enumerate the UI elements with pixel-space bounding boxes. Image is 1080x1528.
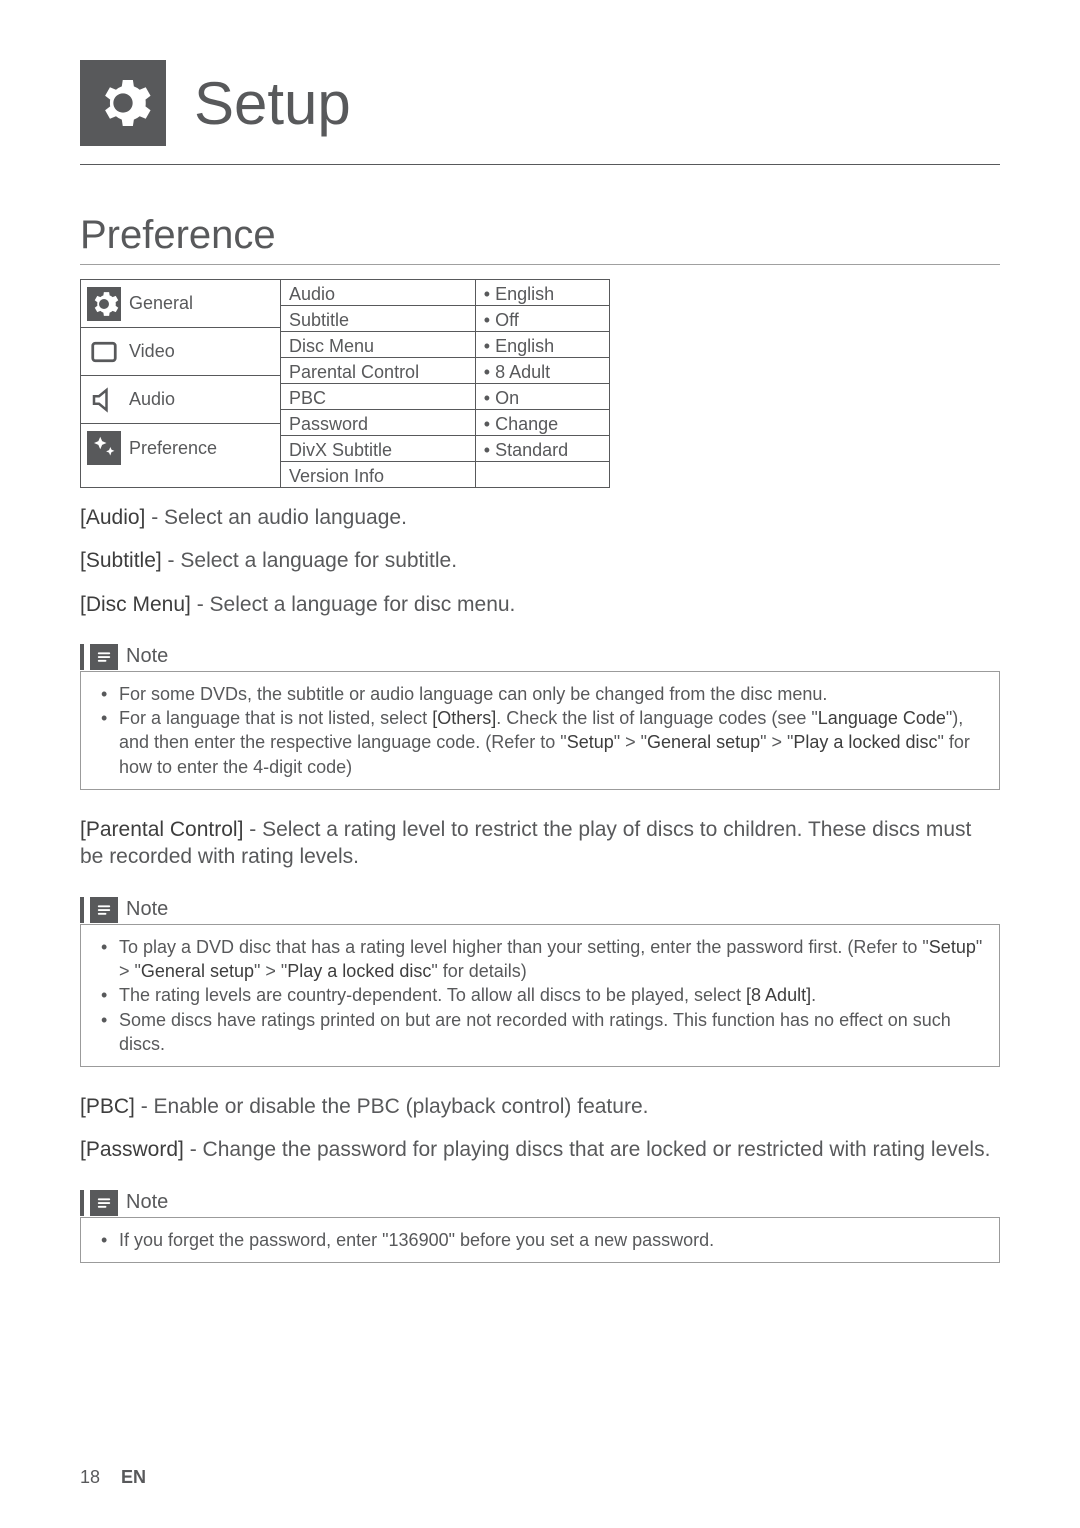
note-icon: [90, 897, 118, 923]
table-row: Password• Change: [281, 410, 609, 436]
option-name: Subtitle: [281, 306, 475, 332]
page-number: 18: [80, 1467, 100, 1487]
desc-subtitle: [Subtitle] - Select a language for subti…: [80, 547, 1000, 574]
option-name: Disc Menu: [281, 332, 475, 358]
option-value: [475, 462, 609, 488]
menu-item-general: General: [81, 280, 280, 328]
menu-label: Preference: [129, 438, 280, 459]
menu-label: General: [129, 293, 280, 314]
list-item: Some discs have ratings printed on but a…: [109, 1008, 985, 1057]
divider: [80, 264, 1000, 265]
note-block: Note To play a DVD disc that has a ratin…: [80, 897, 1000, 1067]
option-value: • Change: [475, 410, 609, 436]
preference-icon: [87, 431, 121, 465]
page-language: EN: [121, 1467, 146, 1487]
note-block: Note For some DVDs, the subtitle or audi…: [80, 644, 1000, 790]
note-block: Note If you forget the password, enter "…: [80, 1190, 1000, 1263]
gear-icon: [87, 287, 121, 321]
option-name: DivX Subtitle: [281, 436, 475, 462]
option-value: • 8 Adult: [475, 358, 609, 384]
table-row: PBC• On: [281, 384, 609, 410]
option-value: • On: [475, 384, 609, 410]
note-tab: Note: [80, 897, 168, 923]
desc-pbc: [PBC] - Enable or disable the PBC (playb…: [80, 1093, 1000, 1120]
note-label: Note: [126, 898, 168, 921]
desc-audio: [Audio] - Select an audio language.: [80, 504, 1000, 531]
divider: [80, 164, 1000, 165]
note-box: If you forget the password, enter "13690…: [80, 1217, 1000, 1263]
option-name: Parental Control: [281, 358, 475, 384]
table-row: Disc Menu• English: [281, 332, 609, 358]
list-item: If you forget the password, enter "13690…: [109, 1228, 985, 1252]
video-icon: [87, 335, 121, 369]
menu-item-video: Video: [81, 328, 280, 376]
desc-discmenu: [Disc Menu] - Select a language for disc…: [80, 591, 1000, 618]
list-item: To play a DVD disc that has a rating lev…: [109, 935, 985, 984]
option-name: Audio: [281, 280, 475, 306]
option-name: PBC: [281, 384, 475, 410]
menu-item-audio: Audio: [81, 376, 280, 424]
table-row: DivX Subtitle• Standard: [281, 436, 609, 462]
option-value: • Standard: [475, 436, 609, 462]
menu-item-preference: Preference: [81, 424, 280, 472]
menu-options: Audio• English Subtitle• Off Disc Menu• …: [281, 280, 609, 487]
table-row: Audio• English: [281, 280, 609, 306]
option-value: • English: [475, 280, 609, 306]
menu-label: Video: [129, 341, 280, 362]
option-name: Password: [281, 410, 475, 436]
menu-label: Audio: [129, 389, 280, 410]
table-row: Version Info: [281, 462, 609, 488]
note-box: To play a DVD disc that has a rating lev…: [80, 924, 1000, 1067]
note-tab: Note: [80, 1190, 168, 1216]
list-item: For a language that is not listed, selec…: [109, 706, 985, 779]
table-row: Subtitle• Off: [281, 306, 609, 332]
note-box: For some DVDs, the subtitle or audio lan…: [80, 671, 1000, 790]
note-label: Note: [126, 1191, 168, 1214]
list-item: For some DVDs, the subtitle or audio lan…: [109, 682, 985, 706]
page-header: Setup: [80, 60, 1000, 146]
gear-icon: [80, 60, 166, 146]
table-row: Parental Control• 8 Adult: [281, 358, 609, 384]
list-item: The rating levels are country-dependent.…: [109, 983, 985, 1007]
desc-parental: [Parental Control] - Select a rating lev…: [80, 816, 1000, 871]
note-icon: [90, 1190, 118, 1216]
option-value: • Off: [475, 306, 609, 332]
page-title: Setup: [194, 69, 351, 138]
section-heading: Preference: [80, 213, 1000, 258]
speaker-icon: [87, 383, 121, 417]
desc-password: [Password] - Change the password for pla…: [80, 1136, 1000, 1163]
menu-categories: General Video Audio Preference: [81, 280, 281, 487]
note-tab: Note: [80, 644, 168, 670]
option-value: • English: [475, 332, 609, 358]
note-label: Note: [126, 645, 168, 668]
note-icon: [90, 644, 118, 670]
page-footer: 18 EN: [80, 1467, 146, 1488]
settings-menu-diagram: General Video Audio Preference Audio• En…: [80, 279, 610, 488]
option-name: Version Info: [281, 462, 475, 488]
